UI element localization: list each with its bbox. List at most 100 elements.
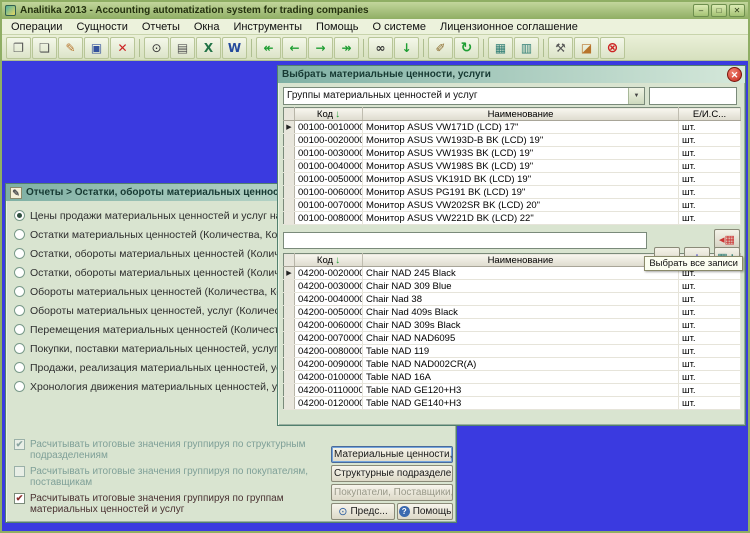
grid-view-button[interactable]: ▦ [488, 36, 513, 59]
new-document-button[interactable]: ❏ [32, 36, 57, 59]
table-row[interactable]: 00100-0070000 Монитор ASUS VW202SR BK (LC… [283, 198, 741, 212]
close-button[interactable]: ✕ [729, 4, 745, 17]
radio-icon[interactable] [14, 267, 25, 278]
radio-icon[interactable] [14, 324, 25, 335]
menu-item-5[interactable]: Инструменты [226, 20, 309, 34]
column-header[interactable]: Код ↓ [294, 107, 363, 121]
list-view-button[interactable]: ▥ [514, 36, 539, 59]
table-row[interactable]: 04200-0120000 Table NAD GE140+H3 шт. [283, 396, 741, 410]
column-header[interactable]: Код ↓ [294, 253, 363, 267]
menu-item-6[interactable]: Помощь [309, 20, 366, 34]
table-row[interactable]: 04200-0090000 Table NAD NAD002CR(A) шт. [283, 357, 741, 371]
row-selector [283, 383, 295, 397]
tools-button[interactable]: ⚒ [548, 36, 573, 59]
download-button[interactable]: ↓ [394, 36, 419, 59]
report-option-label: Покупки, поставки материальных ценностей… [30, 342, 278, 355]
table-cell: Монитор ASUS VW171D (LCD) 17" [362, 120, 679, 134]
nav-forward-icon: → [315, 40, 326, 55]
table-row[interactable]: 04200-0040000 Chair Nad 38 шт. [283, 292, 741, 306]
table-row[interactable]: ▶ 00100-0010000 Монитор ASUS VW171D (LCD) … [283, 120, 741, 134]
table-row[interactable]: 04200-0060000 Chair NAD 309s Black шт. [283, 318, 741, 332]
table-cell: Chair NAD 309s Black [362, 318, 679, 332]
menu-item-8[interactable]: Лицензионное соглашение [433, 20, 585, 34]
menu-item-3[interactable]: Отчеты [135, 20, 187, 34]
nav-first-button[interactable]: ↞ [256, 36, 281, 59]
nav-last-icon: ↠ [341, 40, 352, 55]
row-selector [283, 357, 295, 371]
nav-back-button[interactable]: ← [282, 36, 307, 59]
table-row[interactable]: 04200-0080000 Table NAD 119 шт. [283, 344, 741, 358]
report-checkbox-3[interactable]: ✔ Расчитывать итоговые значения группируя… [14, 493, 316, 515]
copy-button[interactable]: ❐ [6, 36, 31, 59]
structural-units-button[interactable]: Структурные подразделения [331, 465, 453, 482]
radio-icon[interactable] [14, 381, 25, 392]
title-bar[interactable]: Analitika 2013 - Accounting automatizati… [2, 2, 748, 19]
material-values-button[interactable]: Материальные ценности,У... [331, 446, 453, 463]
column-header-label: Е/И.С... [692, 108, 727, 120]
radio-icon[interactable] [14, 286, 25, 297]
radio-icon[interactable] [14, 229, 25, 240]
table-row[interactable]: 00100-0020000 Монитор ASUS VW193D-B BK (L… [283, 133, 741, 147]
menu-item-2[interactable]: Сущности [69, 20, 134, 34]
minimize-button[interactable]: – [693, 4, 709, 17]
current-row-marker-icon: ▶ [283, 120, 295, 134]
table-row[interactable]: 04200-0030000 Chair NAD 309 Blue шт. [283, 279, 741, 293]
table-row[interactable]: 04200-0070000 Chair NAD NAD6095 шт. [283, 331, 741, 345]
chevron-down-icon[interactable]: ▼ [628, 88, 644, 104]
export-word-button[interactable]: W [222, 36, 247, 59]
table-row[interactable]: 00100-0080000 Монитор ASUS VW221D BK (LCD… [283, 211, 741, 225]
radio-icon[interactable] [14, 343, 25, 354]
dialog-close-icon[interactable]: ✕ [727, 67, 742, 82]
group-filter-input[interactable] [649, 87, 737, 105]
copy-icon: ❐ [13, 40, 24, 55]
preview-icon: ⊙ [338, 506, 348, 518]
table-cell: 04200-0100000 [294, 370, 363, 384]
preview-button[interactable]: ⊙ Предс... [331, 503, 395, 520]
menu-item-7[interactable]: О системе [366, 20, 433, 34]
maximize-button[interactable]: □ [711, 4, 727, 17]
table-row[interactable]: 00100-0040000 Монитор ASUS VW198S BK (LCD… [283, 159, 741, 173]
eraser-button[interactable]: ◪ [574, 36, 599, 59]
table-cell: 04200-0110000 [294, 383, 363, 397]
radio-icon[interactable] [14, 248, 25, 259]
nav-forward-button[interactable]: → [308, 36, 333, 59]
design-pencil-button[interactable]: ✐ [428, 36, 453, 59]
select-all-button[interactable]: ◂▦ [714, 229, 740, 249]
column-header[interactable]: Наименование [362, 107, 679, 121]
save-button[interactable]: ▣ [84, 36, 109, 59]
table-row[interactable]: 00100-0050000 Монитор ASUS VK191D BK (LCD… [283, 172, 741, 186]
print-preview-button[interactable]: ⊙ [144, 36, 169, 59]
help-button[interactable]: ? Помощь [397, 503, 453, 520]
table-row[interactable]: 00100-0030000 Монитор ASUS VW193S BK (LCD… [283, 146, 741, 160]
radio-icon[interactable] [14, 305, 25, 316]
table-cell: 04200-0090000 [294, 357, 363, 371]
search-binoculars-button[interactable]: ∞ [368, 36, 393, 59]
menu-item-1[interactable]: Операции [4, 20, 69, 34]
radio-icon[interactable] [14, 362, 25, 373]
table-cell: шт. [678, 198, 741, 212]
buyers-suppliers-button[interactable]: Покупатели, Поставщики,... [331, 484, 453, 501]
delete-button[interactable]: ✕ [110, 36, 135, 59]
radio-selected-icon[interactable] [14, 210, 25, 221]
checkbox-checked-icon[interactable]: ✔ [14, 493, 25, 504]
refresh-button[interactable]: ↻ [454, 36, 479, 59]
stop-button[interactable]: ⊗ [600, 36, 625, 59]
table-row[interactable]: 00100-0060000 Монитор ASUS PG191 BK (LCD)… [283, 185, 741, 199]
dialog-titlebar[interactable]: Выбрать материальные ценности, услуги [278, 66, 745, 83]
table-cell: Table NAD 119 [362, 344, 679, 358]
export-excel-button[interactable]: X [196, 36, 221, 59]
group-combobox[interactable]: Группы материальных ценностей и услуг ▼ [283, 87, 645, 105]
column-header[interactable]: Е/И.С... [678, 107, 741, 121]
app-window: Analitika 2013 - Accounting automatizati… [0, 0, 750, 533]
table-row[interactable]: 04200-0050000 Chair Nad 409s Black шт. [283, 305, 741, 319]
print-button[interactable]: ▤ [170, 36, 195, 59]
search-input[interactable] [283, 232, 647, 249]
table-cell: шт. [678, 146, 741, 160]
edit-document-button[interactable]: ✎ [58, 36, 83, 59]
nav-last-button[interactable]: ↠ [334, 36, 359, 59]
column-header[interactable]: Наименование [362, 253, 679, 267]
table-row[interactable]: 04200-0110000 Table NAD GE120+H3 шт. [283, 383, 741, 397]
stop-icon: ⊗ [606, 39, 619, 56]
menu-item-4[interactable]: Окна [187, 20, 227, 34]
table-row[interactable]: 04200-0100000 Table NAD 16A шт. [283, 370, 741, 384]
